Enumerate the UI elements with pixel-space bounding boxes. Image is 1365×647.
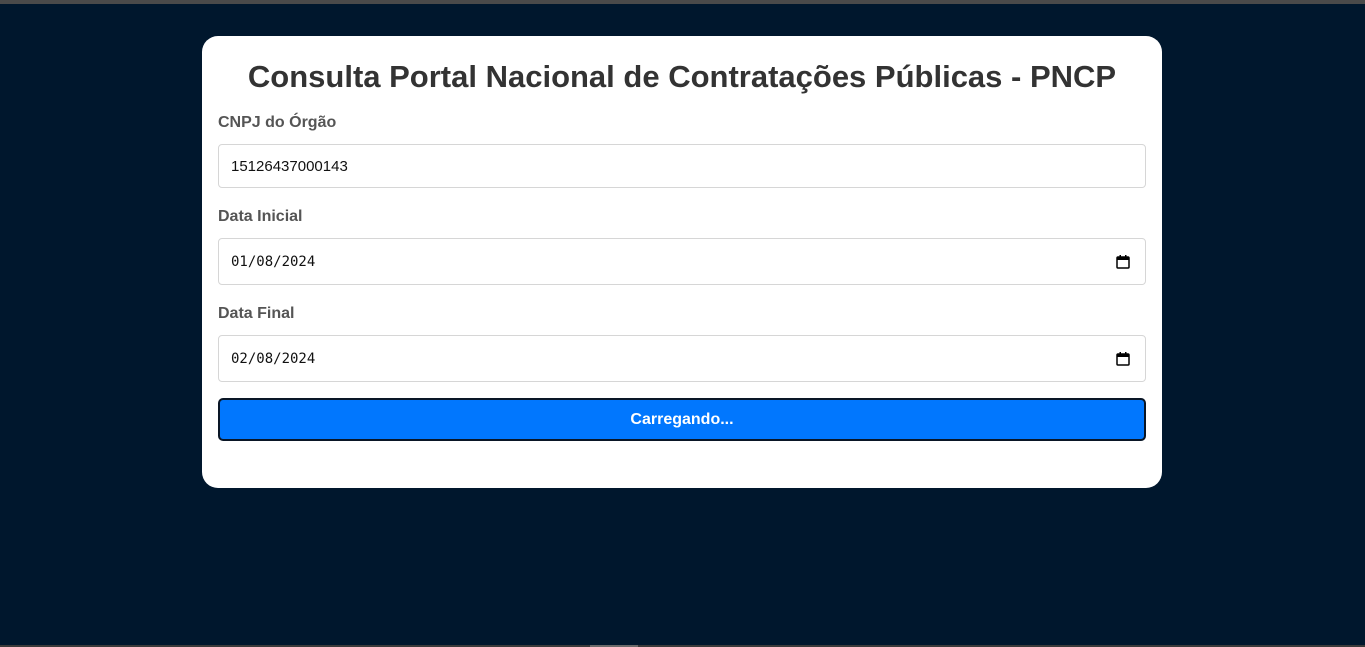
end-date-label: Data Final — [218, 305, 295, 322]
window-top-edge — [0, 0, 1365, 4]
end-date-input[interactable]: 02/08/2024 — [218, 335, 1146, 382]
start-date-value: 01/08/2024 — [231, 253, 316, 270]
calendar-icon[interactable] — [1115, 254, 1131, 270]
end-date-value: 02/08/2024 — [231, 350, 316, 367]
calendar-icon[interactable] — [1115, 351, 1131, 367]
search-form-card: Consulta Portal Nacional de Contratações… — [202, 36, 1162, 488]
submit-button[interactable]: Carregando... — [218, 398, 1146, 441]
cnpj-label: CNPJ do Órgão — [218, 114, 337, 131]
start-date-label: Data Inicial — [218, 208, 303, 225]
page-title: Consulta Portal Nacional de Contratações… — [247, 59, 1117, 94]
cnpj-input-value: 15126437000143 — [231, 157, 348, 175]
cnpj-input[interactable]: 15126437000143 — [218, 144, 1146, 188]
start-date-input[interactable]: 01/08/2024 — [218, 238, 1146, 285]
